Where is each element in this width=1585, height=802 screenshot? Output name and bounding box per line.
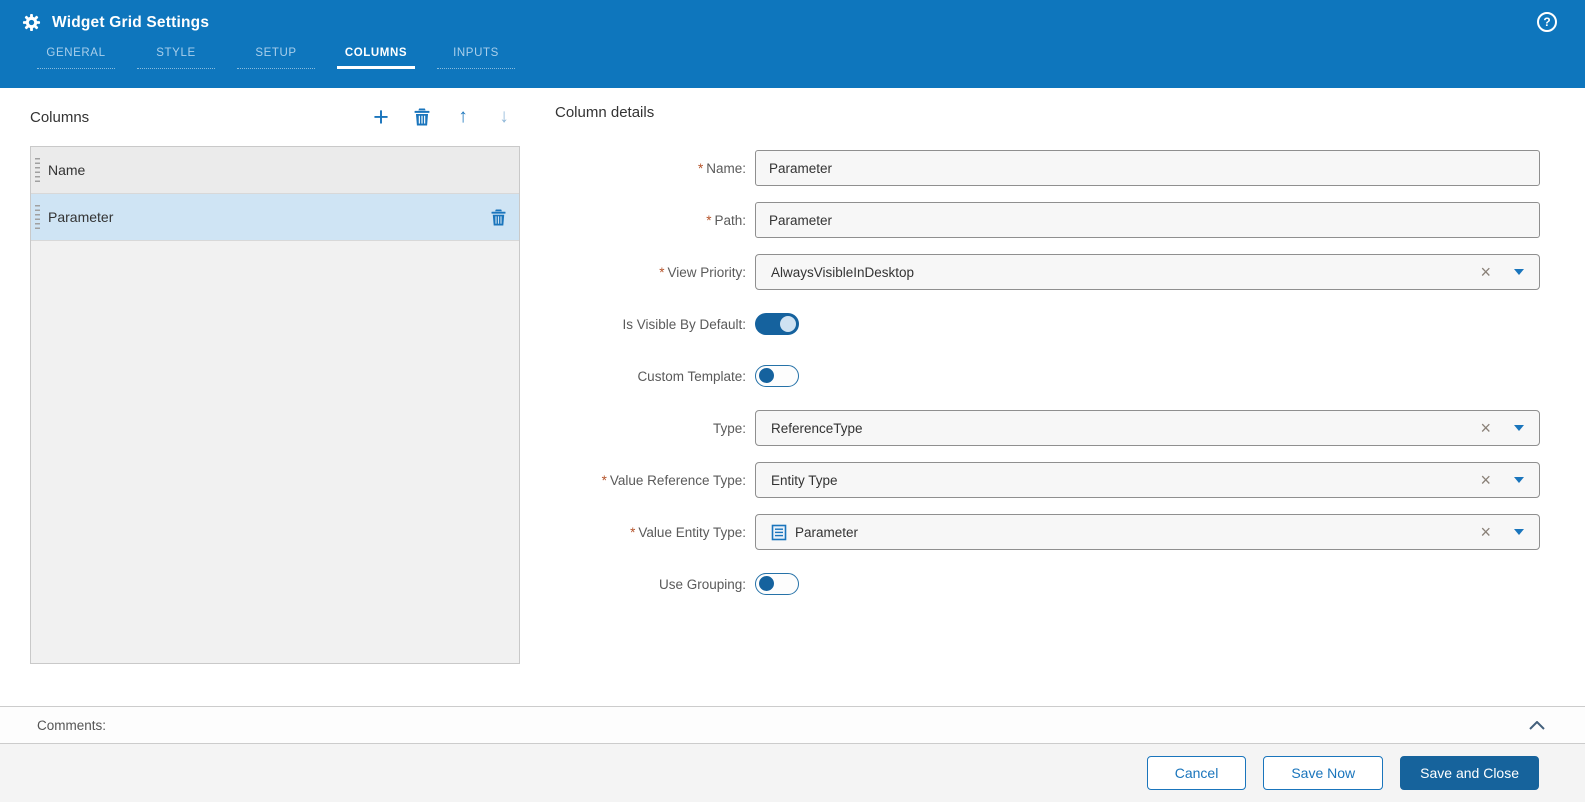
value-entity-type-select[interactable]: Parameter ×: [755, 514, 1540, 550]
name-row: * Name:: [555, 150, 1540, 186]
path-input[interactable]: [755, 202, 1540, 238]
is-visible-row: Is Visible By Default:: [555, 306, 1540, 342]
tab-style[interactable]: STYLE: [137, 47, 215, 69]
path-label: * Path:: [706, 212, 746, 228]
help-icon[interactable]: ?: [1537, 12, 1557, 32]
add-column-button[interactable]: +: [373, 104, 389, 131]
drag-handle-icon[interactable]: [35, 205, 40, 230]
type-label: Type:: [712, 420, 746, 436]
chevron-down-icon[interactable]: [1514, 269, 1524, 275]
trash-icon: [414, 108, 430, 126]
custom-template-label: Custom Template:: [637, 368, 746, 384]
title-bar: Widget Grid Settings: [0, 0, 1585, 32]
comments-bar: Comments:: [0, 706, 1585, 743]
collapse-comments-button[interactable]: [1529, 720, 1545, 730]
column-details-title: Column details: [555, 104, 655, 121]
clear-icon[interactable]: ×: [1480, 523, 1491, 541]
toggle-knob: [759, 368, 774, 383]
is-visible-label: Is Visible By Default:: [622, 316, 746, 332]
trash-icon: [491, 209, 506, 226]
columns-toolbar: + ↑ ↓: [373, 104, 520, 131]
chevron-up-icon: [1529, 720, 1545, 730]
save-and-close-button[interactable]: Save and Close: [1400, 756, 1539, 790]
clear-icon[interactable]: ×: [1480, 419, 1491, 437]
toggle-knob: [780, 316, 796, 332]
clear-icon[interactable]: ×: [1480, 471, 1491, 489]
type-row: Type: ReferenceType ×: [555, 410, 1540, 446]
view-priority-label: * View Priority:: [659, 264, 746, 280]
row-delete-button[interactable]: [491, 209, 506, 226]
tab-setup[interactable]: SETUP: [237, 47, 315, 69]
path-row: * Path:: [555, 202, 1540, 238]
required-marker: *: [630, 524, 636, 540]
value-entity-type-label: * Value Entity Type:: [630, 524, 746, 540]
cancel-button[interactable]: Cancel: [1146, 756, 1247, 790]
custom-template-row: Custom Template:: [555, 358, 1540, 394]
view-priority-select[interactable]: AlwaysVisibleInDesktop ×: [755, 254, 1540, 290]
chevron-down-icon[interactable]: [1514, 425, 1524, 431]
clear-icon[interactable]: ×: [1480, 263, 1491, 281]
footer-action-bar: Cancel Save Now Save and Close: [0, 743, 1585, 802]
comments-label: Comments:: [37, 717, 107, 733]
move-column-up-button[interactable]: ↑: [455, 107, 471, 126]
columns-panel: Columns + ↑ ↓ Name Parameter: [30, 104, 520, 664]
use-grouping-toggle[interactable]: [755, 573, 799, 595]
required-marker: *: [659, 264, 665, 280]
save-now-button[interactable]: Save Now: [1263, 756, 1384, 790]
chevron-down-icon[interactable]: [1514, 529, 1524, 535]
column-list-item-parameter[interactable]: Parameter: [31, 194, 519, 241]
tab-columns[interactable]: COLUMNS: [337, 47, 415, 69]
entity-type-icon: [771, 524, 787, 541]
gear-icon: [22, 13, 41, 32]
tab-inputs[interactable]: INPUTS: [437, 47, 515, 69]
column-list: Name Parameter: [30, 146, 520, 664]
type-select[interactable]: ReferenceType ×: [755, 410, 1540, 446]
is-visible-by-default-toggle[interactable]: [755, 313, 799, 335]
help-glyph: ?: [1543, 15, 1551, 29]
value-reference-type-label: * Value Reference Type:: [601, 472, 746, 488]
tab-bar: GENERAL STYLE SETUP COLUMNS INPUTS: [37, 47, 1585, 69]
page-title: Widget Grid Settings: [52, 13, 210, 31]
delete-column-button[interactable]: [414, 108, 430, 126]
custom-template-toggle[interactable]: [755, 365, 799, 387]
value-reference-type-row: * Value Reference Type: Entity Type ×: [555, 462, 1540, 498]
column-details-form: *Name: *Path: *View Priority: AlwaysVisi…: [555, 150, 1540, 602]
chevron-down-icon[interactable]: [1514, 477, 1524, 483]
tab-general[interactable]: GENERAL: [37, 47, 115, 69]
columns-panel-title: Columns: [30, 108, 90, 126]
columns-panel-header: Columns + ↑ ↓: [30, 104, 520, 131]
view-priority-row: * View Priority: AlwaysVisibleInDesktop ×: [555, 254, 1540, 290]
list-item-label: Name: [48, 162, 86, 178]
column-details-panel: Column details *Name: *Path: *View Prior…: [555, 104, 1540, 618]
use-grouping-row: Use Grouping:: [555, 566, 1540, 602]
column-list-item-name[interactable]: Name: [31, 147, 519, 194]
name-input[interactable]: [755, 150, 1540, 186]
dialog-header: Widget Grid Settings ? GENERAL STYLE SET…: [0, 0, 1585, 88]
value-reference-type-value: Entity Type: [771, 472, 838, 488]
name-label: * Name:: [697, 160, 746, 176]
move-column-down-button[interactable]: ↓: [496, 107, 512, 126]
required-marker: *: [697, 160, 704, 176]
drag-handle-icon[interactable]: [35, 158, 40, 183]
value-entity-type-row: * Value Entity Type: Parameter ×: [555, 514, 1540, 550]
type-value: ReferenceType: [771, 420, 863, 436]
required-marker: *: [601, 472, 607, 488]
use-grouping-label: Use Grouping:: [658, 576, 746, 592]
value-entity-type-value: Parameter: [795, 524, 859, 540]
view-priority-value: AlwaysVisibleInDesktop: [771, 264, 915, 280]
required-marker: *: [706, 212, 712, 228]
toggle-knob: [759, 576, 774, 591]
value-reference-type-select[interactable]: Entity Type ×: [755, 462, 1540, 498]
list-item-label: Parameter: [48, 209, 114, 225]
